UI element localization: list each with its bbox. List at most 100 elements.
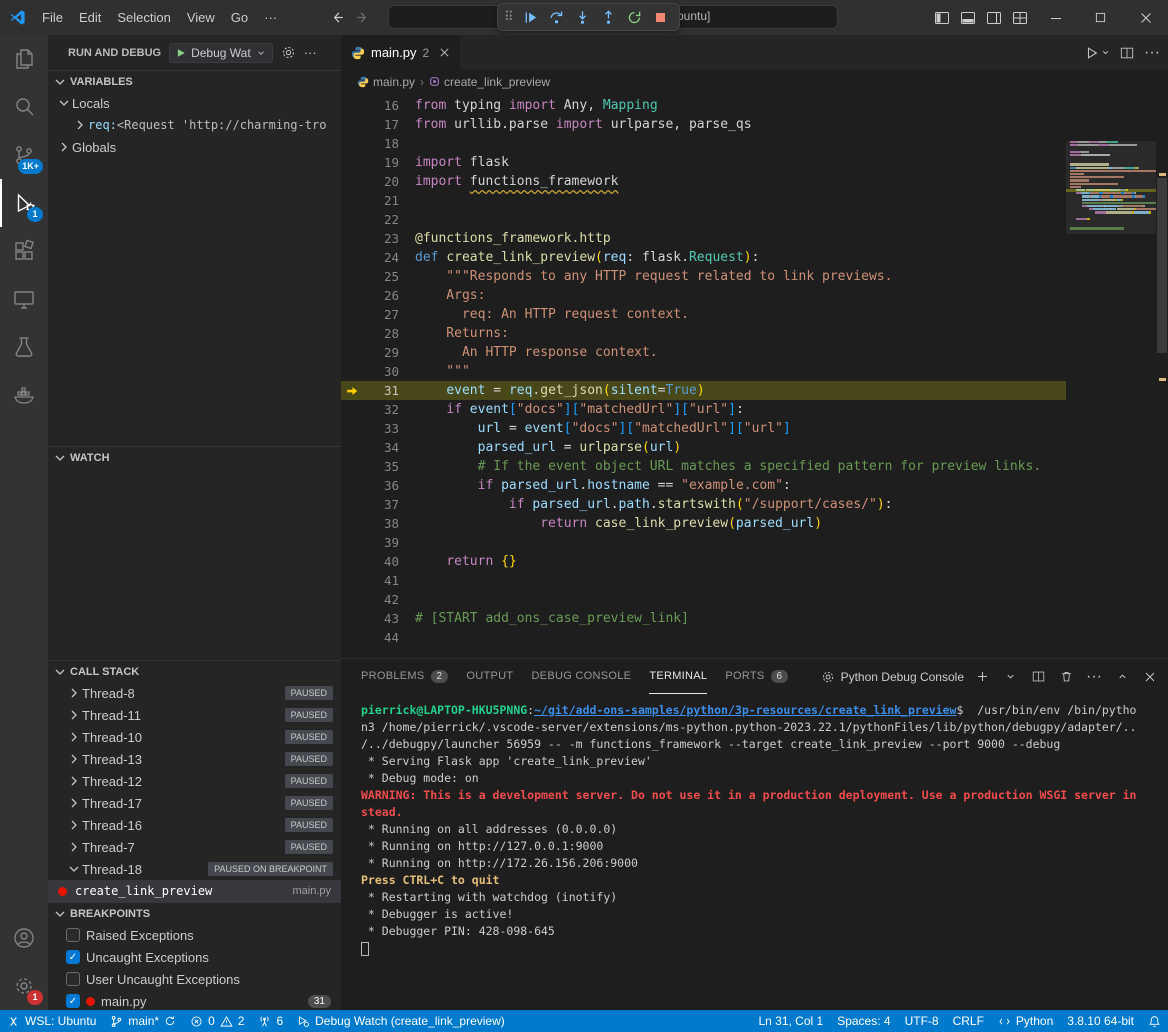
gutter-glyph-margin[interactable] [341, 362, 363, 381]
variable-row[interactable]: Globals [48, 136, 341, 158]
code-editor[interactable]: 16from typing import Any, Mapping17from … [341, 93, 1168, 658]
stack-frame-row[interactable]: create_link_preview main.py [48, 880, 341, 902]
gutter-glyph-margin[interactable] [341, 343, 363, 362]
breadcrumb-symbol[interactable]: create_link_preview [429, 75, 550, 89]
gutter-glyph-margin[interactable] [341, 96, 363, 115]
gutter-glyph-margin[interactable] [341, 495, 363, 514]
line-number[interactable]: 18 [363, 134, 399, 153]
panel-tab-output[interactable]: OUTPUT [466, 659, 513, 694]
line-number[interactable]: 24 [363, 248, 399, 267]
cursor-position[interactable]: Ln 31, Col 1 [751, 1010, 830, 1032]
gutter-glyph-margin[interactable] [341, 115, 363, 134]
launch-settings-gear-icon[interactable] [281, 45, 296, 60]
breakpoint-row[interactable]: Raised Exceptions [48, 924, 341, 946]
gutter-glyph-margin[interactable] [341, 438, 363, 457]
line-number[interactable]: 40 [363, 552, 399, 571]
line-number[interactable]: 20 [363, 172, 399, 191]
code-line[interactable]: 35 # If the event object URL matches a s… [341, 457, 1066, 476]
variable-row[interactable]: Locals [48, 92, 341, 114]
line-number[interactable]: 38 [363, 514, 399, 533]
code-line[interactable]: 33 url = event["docs"]["matchedUrl"]["ur… [341, 419, 1066, 438]
close-window-button[interactable] [1123, 0, 1168, 35]
code-line[interactable]: 27 req: An HTTP request context. [341, 305, 1066, 324]
split-terminal-icon[interactable] [1028, 667, 1048, 687]
code-line[interactable]: 37 if parsed_url.path.startswith("/suppo… [341, 495, 1066, 514]
gutter-glyph-margin[interactable] [341, 191, 363, 210]
code-line[interactable]: 32 if event["docs"]["matchedUrl"]["url"]… [341, 400, 1066, 419]
code-line[interactable]: 23@functions_framework.http [341, 229, 1066, 248]
tab-close-icon[interactable] [439, 47, 450, 58]
line-number[interactable]: 21 [363, 191, 399, 210]
gutter-glyph-margin[interactable] [341, 134, 363, 153]
gutter-glyph-margin[interactable] [341, 172, 363, 191]
line-number[interactable]: 37 [363, 495, 399, 514]
gutter-glyph-margin[interactable] [341, 248, 363, 267]
debug-current-line-arrow-icon[interactable] [341, 381, 363, 400]
gutter-glyph-margin[interactable] [341, 609, 363, 628]
interpreter-indicator[interactable]: 3.8.10 64-bit [1060, 1010, 1141, 1032]
minimap[interactable] [1066, 93, 1156, 658]
call-stack-section-header[interactable]: CALL STACK [48, 660, 341, 682]
run-and-debug-icon[interactable]: 1 [0, 179, 48, 227]
thread-row[interactable]: Thread-17PAUSED [48, 792, 341, 814]
gutter-glyph-margin[interactable] [341, 267, 363, 286]
menu-item-edit[interactable]: Edit [71, 6, 109, 29]
gutter-glyph-margin[interactable] [341, 476, 363, 495]
more-menu-icon[interactable]: ··· [256, 6, 285, 29]
thread-row[interactable]: Thread-13PAUSED [48, 748, 341, 770]
breakpoint-checkbox[interactable]: ✓ [66, 994, 80, 1008]
code-line[interactable]: 38 return case_link_preview(parsed_url) [341, 514, 1066, 533]
thread-row[interactable]: Thread-12PAUSED [48, 770, 341, 792]
customize-layout-icon[interactable] [1007, 5, 1033, 31]
line-number[interactable]: 36 [363, 476, 399, 495]
line-number[interactable]: 23 [363, 229, 399, 248]
code-line[interactable]: 24def create_link_preview(req: flask.Req… [341, 248, 1066, 267]
line-number[interactable]: 17 [363, 115, 399, 134]
breakpoint-checkbox[interactable] [66, 972, 80, 986]
gutter-glyph-margin[interactable] [341, 514, 363, 533]
line-number[interactable]: 28 [363, 324, 399, 343]
split-editor-icon[interactable] [1120, 46, 1134, 60]
editor-more-actions-icon[interactable]: ··· [1144, 44, 1160, 62]
breakpoints-section-header[interactable]: BREAKPOINTS [48, 902, 341, 924]
gutter-glyph-margin[interactable] [341, 457, 363, 476]
gutter-glyph-margin[interactable] [341, 419, 363, 438]
line-number[interactable]: 27 [363, 305, 399, 324]
line-number[interactable]: 33 [363, 419, 399, 438]
line-number[interactable]: 41 [363, 571, 399, 590]
menu-item-file[interactable]: File [34, 6, 71, 29]
code-line[interactable]: 28 Returns: [341, 324, 1066, 343]
debug-step-out-button[interactable] [597, 5, 621, 29]
code-line[interactable]: 44 [341, 628, 1066, 647]
gutter-glyph-margin[interactable] [341, 533, 363, 552]
line-number[interactable]: 31 [363, 381, 399, 400]
variable-row[interactable]: req: <Request 'http://charming-tro [48, 114, 341, 136]
watch-section-header[interactable]: WATCH [48, 446, 341, 468]
code-line[interactable]: 16from typing import Any, Mapping [341, 96, 1066, 115]
line-number[interactable]: 39 [363, 533, 399, 552]
gutter-glyph-margin[interactable] [341, 324, 363, 343]
breakpoint-row[interactable]: ✓Uncaught Exceptions [48, 946, 341, 968]
drag-handle-icon[interactable]: ⠿ [504, 9, 514, 25]
terminal-profile-selector[interactable]: Python Debug Console [821, 670, 964, 684]
breakpoint-row[interactable]: User Uncaught Exceptions [48, 968, 341, 990]
panel-tab-problems[interactable]: PROBLEMS2 [361, 659, 448, 694]
toggle-secondary-sidebar-icon[interactable] [981, 5, 1007, 31]
terminal-dropdown-chevron-icon[interactable] [1000, 667, 1020, 687]
code-line[interactable]: 20import functions_framework [341, 172, 1066, 191]
thread-row[interactable]: Thread-8PAUSED [48, 682, 341, 704]
sidebar-more-actions-icon[interactable]: ··· [304, 45, 317, 60]
search-icon[interactable] [0, 83, 48, 131]
code-line[interactable]: 43# [START add_ons_case_preview_link] [341, 609, 1066, 628]
code-line[interactable]: 41 [341, 571, 1066, 590]
kill-terminal-trash-icon[interactable] [1056, 667, 1076, 687]
line-number[interactable]: 19 [363, 153, 399, 172]
branch-indicator[interactable]: main* [103, 1010, 183, 1032]
code-line[interactable]: 42 [341, 590, 1066, 609]
code-line[interactable]: 17from urllib.parse import urlparse, par… [341, 115, 1066, 134]
thread-row[interactable]: Thread-10PAUSED [48, 726, 341, 748]
breakpoint-row[interactable]: ✓main.py31 [48, 990, 341, 1010]
toggle-sidebar-icon[interactable] [929, 5, 955, 31]
notifications-bell[interactable] [1141, 1010, 1168, 1032]
thread-row[interactable]: Thread-7PAUSED [48, 836, 341, 858]
